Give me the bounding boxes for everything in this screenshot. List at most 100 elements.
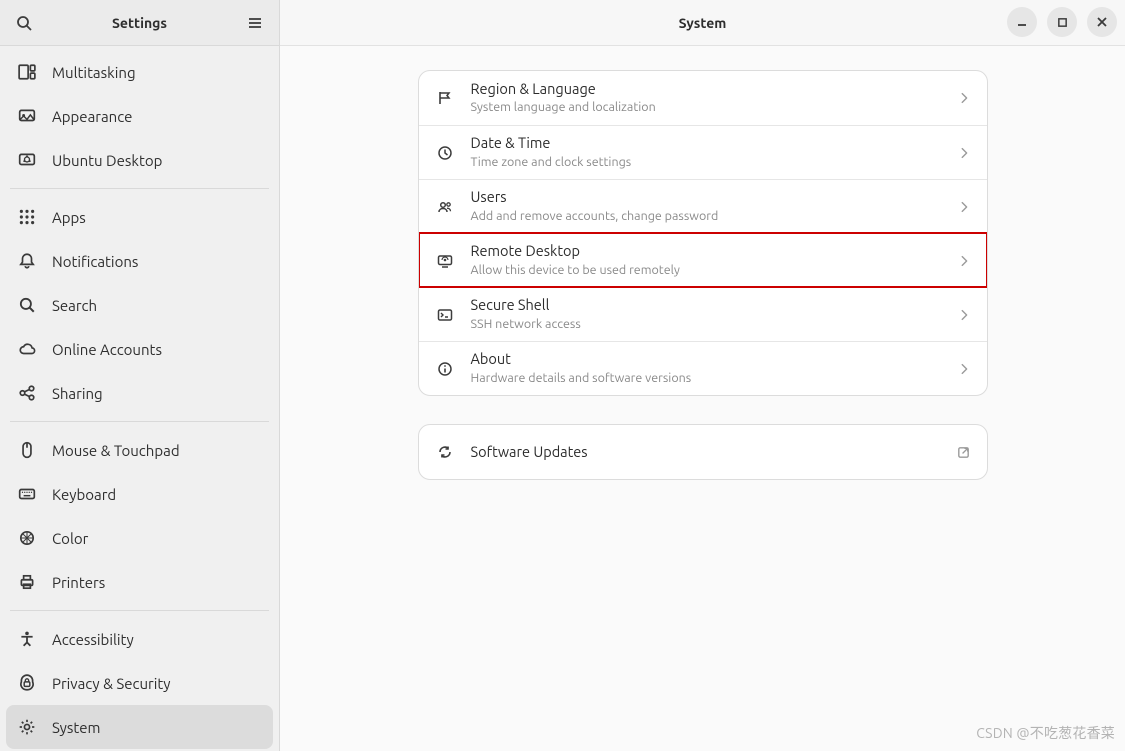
row-title: About — [471, 350, 949, 367]
keyboard-icon — [16, 483, 38, 505]
privacy-icon — [16, 672, 38, 694]
system-icon — [16, 716, 38, 738]
sidebar-separator — [10, 188, 269, 189]
row-subtitle: Time zone and clock settings — [471, 154, 949, 171]
sidebar-item-online-accounts[interactable]: Online Accounts — [6, 327, 273, 371]
sidebar-item-printers[interactable]: Printers — [6, 560, 273, 604]
sidebar-item-notifications[interactable]: Notifications — [6, 239, 273, 283]
chevron-right-icon — [957, 362, 971, 376]
sidebar-item-apps[interactable]: Apps — [6, 195, 273, 239]
row-subtitle: Hardware details and software versions — [471, 370, 949, 387]
users-icon — [435, 197, 455, 217]
row-text: Region & Language System language and loc… — [471, 80, 949, 116]
row-title: Date & Time — [471, 134, 949, 151]
chevron-right-icon — [957, 91, 971, 105]
sidebar-item-label: Accessibility — [52, 631, 134, 648]
hamburger-menu-button[interactable] — [241, 9, 269, 37]
panel-column: Region & Language System language and loc… — [418, 70, 988, 751]
maximize-icon — [1057, 17, 1068, 28]
accessibility-icon — [16, 628, 38, 650]
sidebar-item-label: Notifications — [52, 253, 138, 270]
ubuntu-desktop-icon — [16, 149, 38, 171]
sidebar-item-privacy-security[interactable]: Privacy & Security — [6, 661, 273, 705]
settings-row-secure-shell[interactable]: Secure ShellSSH network access — [419, 287, 987, 341]
settings-row-users[interactable]: Users Add and remove accounts, change pas… — [419, 179, 987, 233]
sidebar-title: Settings — [112, 15, 167, 31]
terminal-icon — [435, 305, 455, 325]
sidebar-separator — [10, 421, 269, 422]
row-subtitle: System language and localization — [471, 99, 949, 116]
mouse-icon — [16, 439, 38, 461]
sidebar-item-label: Printers — [52, 574, 105, 591]
sidebar-item-label: System — [52, 719, 101, 736]
content-area: Region & Language System language and loc… — [280, 46, 1125, 751]
row-text: Users Add and remove accounts, change pas… — [471, 188, 949, 224]
sidebar-item-label: Apps — [52, 209, 86, 226]
settings-row-software-updates[interactable]: Software Updates — [419, 425, 987, 479]
row-title: Region & Language — [471, 80, 949, 97]
sidebar-list: Multitasking Appearance Ubuntu Desktop Apps… — [0, 46, 279, 751]
refresh-icon — [435, 442, 455, 462]
row-text: About Hardware details and software versi… — [471, 350, 949, 386]
window-controls — [1007, 7, 1117, 37]
minimize-button[interactable] — [1007, 7, 1037, 37]
sidebar: Settings Multitasking Appearance Ubuntu De… — [0, 0, 280, 751]
apps-icon — [16, 206, 38, 228]
row-title: Remote Desktop — [471, 242, 949, 259]
settings-window: Settings Multitasking Appearance Ubuntu De… — [0, 0, 1125, 751]
minimize-icon — [1016, 16, 1028, 28]
maximize-button[interactable] — [1047, 7, 1077, 37]
color-icon — [16, 527, 38, 549]
row-text: Secure ShellSSH network access — [471, 296, 949, 332]
search-icon — [16, 15, 32, 31]
sidebar-item-search[interactable]: Search — [6, 283, 273, 327]
row-title: Secure Shell — [471, 296, 949, 313]
page-title: System — [679, 15, 727, 31]
hamburger-icon — [247, 15, 263, 31]
sidebar-item-ubuntu-desktop[interactable]: Ubuntu Desktop — [6, 138, 273, 182]
row-subtitle: Allow this device to be used remotely — [471, 262, 949, 279]
row-text: Software Updates — [471, 443, 948, 460]
multitasking-icon — [16, 61, 38, 83]
flag-icon — [435, 88, 455, 108]
sidebar-item-appearance[interactable]: Appearance — [6, 94, 273, 138]
titlebar: System — [280, 0, 1125, 46]
sidebar-item-label: Search — [52, 297, 97, 314]
sidebar-item-label: Multitasking — [52, 64, 136, 81]
cloud-icon — [16, 338, 38, 360]
sidebar-item-label: Online Accounts — [52, 341, 162, 358]
sidebar-item-label: Mouse & Touchpad — [52, 442, 180, 459]
sidebar-item-keyboard[interactable]: Keyboard — [6, 472, 273, 516]
sidebar-item-accessibility[interactable]: Accessibility — [6, 617, 273, 661]
row-text: Date & Time Time zone and clock settings — [471, 134, 949, 170]
sidebar-item-system[interactable]: System — [6, 705, 273, 749]
sidebar-item-label: Color — [52, 530, 88, 547]
sidebar-item-multitasking[interactable]: Multitasking — [6, 50, 273, 94]
printers-icon — [16, 571, 38, 593]
sidebar-item-label: Sharing — [52, 385, 103, 402]
sidebar-item-color[interactable]: Color — [6, 516, 273, 560]
settings-row-region-language[interactable]: Region & Language System language and loc… — [419, 71, 987, 125]
search-button[interactable] — [10, 9, 38, 37]
notifications-icon — [16, 250, 38, 272]
search-icon — [16, 294, 38, 316]
settings-row-date-time[interactable]: Date & Time Time zone and clock settings — [419, 125, 987, 179]
main-panel: System — [280, 0, 1125, 751]
chevron-right-icon — [957, 146, 971, 160]
row-subtitle: Add and remove accounts, change password — [471, 208, 949, 225]
chevron-right-icon — [957, 200, 971, 214]
row-title: Users — [471, 188, 949, 205]
software-updates-card: Software Updates — [418, 424, 988, 480]
sidebar-item-label: Keyboard — [52, 486, 116, 503]
chevron-right-icon — [957, 308, 971, 322]
external-link-icon — [956, 445, 971, 460]
clock-icon — [435, 143, 455, 163]
sidebar-item-label: Ubuntu Desktop — [52, 152, 162, 169]
settings-row-about[interactable]: About Hardware details and software versi… — [419, 341, 987, 395]
remote-desktop-icon — [435, 251, 455, 271]
sidebar-item-mouse-touchpad[interactable]: Mouse & Touchpad — [6, 428, 273, 472]
sidebar-item-sharing[interactable]: Sharing — [6, 371, 273, 415]
settings-row-remote-desktop[interactable]: Remote Desktop Allow this device to be us… — [419, 233, 987, 287]
close-button[interactable] — [1087, 7, 1117, 37]
system-settings-card: Region & Language System language and loc… — [418, 70, 988, 396]
